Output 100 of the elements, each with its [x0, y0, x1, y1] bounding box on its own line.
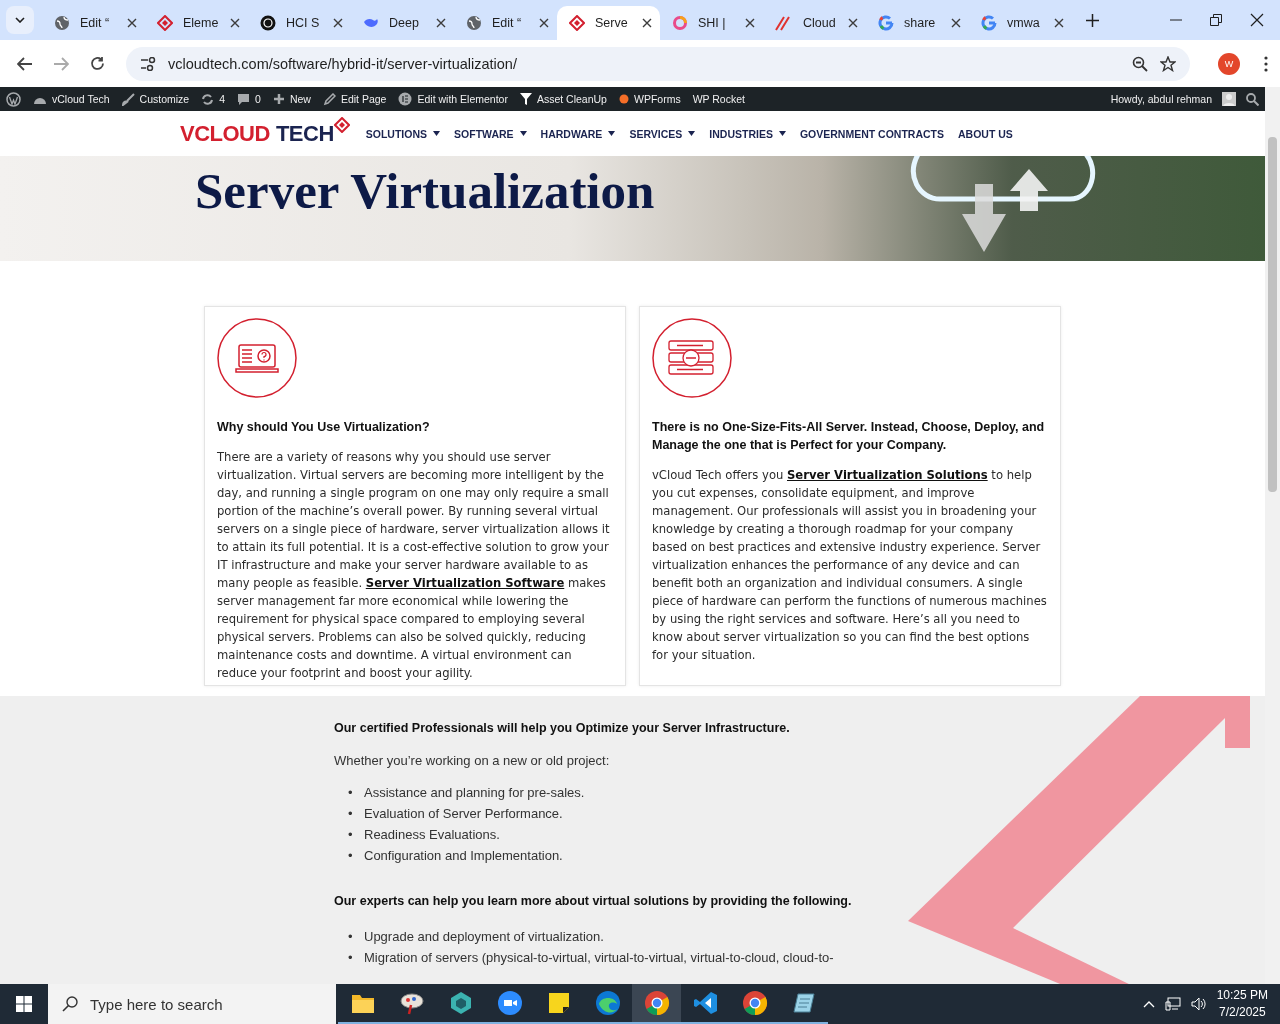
wave-browser-icon[interactable] [594, 990, 621, 1016]
taskbar-search-field[interactable]: Type here to search [48, 984, 336, 1024]
nav-menu-item[interactable]: HARDWARE [540, 127, 616, 140]
close-icon[interactable] [333, 18, 343, 28]
restore-icon[interactable] [1210, 14, 1222, 26]
list-item: Configuration and Implementation. [364, 847, 563, 865]
code-editor-icon[interactable] [692, 990, 719, 1016]
status-dot-icon [618, 94, 629, 104]
ring-logo-icon [672, 15, 688, 31]
nav-menu-item[interactable]: SOLUTIONS [365, 127, 441, 140]
admin-bar-link[interactable]: Customize [139, 93, 190, 105]
pencil-icon [322, 92, 336, 106]
admin-bar-link[interactable]: vCloud Tech [52, 93, 110, 105]
browser-tab[interactable]: Serve [557, 6, 660, 40]
close-icon[interactable] [642, 18, 652, 28]
diamond-logo-icon [157, 15, 173, 31]
section-text: Whether you’re working on a new or old project: [334, 753, 611, 768]
card-paragraph: There are a variety of reasons why you should use server virtualization. Virtual servers are becoming more intelligent by the day, and running a single program on one may only require a small portion of the machine’s overall power. By running several virtual servers on a single piece of hardware, server virtualization allows it to attain its full potential. It is a cost-effective solution to grow your IT infrastructure and make your server hardware available to as many people as feasible. Server Virtualization Software makes server management far more economical while lowering the requirement for physical space compared to employing several physical servers. Problems can also be solved quickly, reducing maintenance costs and downtime. A virtual environment can reduce your footprint and boost your agility. [217, 449, 611, 682]
plus-icon [272, 93, 285, 105]
nav-menu-item[interactable]: INDUSTRIES [709, 127, 786, 140]
browser-tab[interactable]: vmwa [969, 6, 1072, 40]
windows-start-icon[interactable] [16, 996, 32, 1012]
admin-bar-link[interactable]: WP Rocket [692, 93, 745, 105]
server-rack-icon [652, 318, 732, 398]
site-logo[interactable]: VCLOUD TECH [180, 120, 350, 147]
reload-icon[interactable] [89, 56, 105, 71]
nav-menu-item[interactable]: SOFTWARE [454, 127, 527, 140]
nav-menu-item[interactable]: SERVICES [629, 127, 696, 140]
more-menu-icon[interactable] [1264, 55, 1268, 72]
admin-bar-link[interactable]: WPForms [633, 93, 681, 105]
browser-tab[interactable]: HCI S [248, 6, 351, 40]
section-heading: Our experts can help you learn more about virtual solutions by providing the following. [334, 894, 853, 908]
profile-avatar[interactable]: W [1218, 52, 1240, 75]
close-icon[interactable] [848, 18, 858, 28]
nav-menu-item[interactable]: GOVERNMENT CONTRACTS [799, 127, 944, 140]
elementor-icon [398, 92, 413, 106]
site-settings-icon[interactable] [140, 56, 156, 71]
admin-bar-link[interactable]: Asset CleanUp [536, 93, 607, 105]
sticky-note-icon[interactable] [546, 991, 571, 1015]
browser-tab[interactable]: share [866, 6, 969, 40]
browser-tab[interactable]: Edit “ [42, 6, 145, 40]
comment-icon [237, 92, 251, 106]
inline-link[interactable]: Server Virtualization Solutions [787, 468, 988, 482]
taskbar-app-button[interactable] [632, 984, 681, 1024]
network-icon[interactable] [1164, 997, 1181, 1011]
diamond-logo-icon [569, 15, 585, 31]
globe-icon [466, 15, 482, 31]
browser-tab[interactable]: Cloud [763, 6, 866, 40]
card-paragraph: vCloud Tech offers you Server Virtualization Solutions to help you cut expenses, consolidate equipment, and improve management. Our professionals will assist you in broadening your knowledge by creating a thorough roadmap for your company based on best practices and extensive industry experience. Server virtualization enhances the performance of any device and can benefit both an organization and individual consumers. A single piece of hardware can perform the functions of numerous machines by using the right services and software. Here’s all you need to know about server virtualization so you can find the best options for your situation. [652, 467, 1048, 664]
close-icon[interactable] [127, 18, 137, 28]
video-call-icon[interactable] [496, 990, 523, 1016]
list-bullet: • [348, 805, 354, 823]
star-icon[interactable] [1160, 55, 1176, 72]
scrollbar[interactable] [1265, 87, 1280, 984]
close-icon[interactable] [230, 18, 240, 28]
wordpress-logo-icon[interactable] [6, 91, 21, 107]
chevron-up-icon[interactable] [1142, 1000, 1155, 1008]
inline-link[interactable]: Server Virtualization Software [365, 576, 565, 590]
browser-tab[interactable]: Deep [351, 6, 454, 40]
brush-icon [121, 92, 135, 106]
browser-tab[interactable]: Edit “ [454, 6, 557, 40]
list-bullet: • [348, 826, 354, 844]
nav-menu-item[interactable]: ABOUT US [958, 127, 1013, 140]
browser-tab[interactable]: SHI | [660, 6, 763, 40]
close-icon[interactable] [745, 18, 755, 28]
card-heading: There is no One-Size-Fits-All Server. Instead, Choose, Deploy, and Manage the one that is Perfect for your Company. [652, 419, 1046, 454]
close-icon[interactable] [539, 18, 549, 28]
notepad-icon[interactable] [791, 991, 816, 1015]
speaker-icon[interactable] [1190, 997, 1207, 1011]
close-icon[interactable] [951, 18, 961, 28]
list-item: Evaluation of Server Performance. [364, 805, 563, 823]
hexagon-icon[interactable] [448, 991, 473, 1015]
palette-icon[interactable] [398, 991, 425, 1015]
tab-search-button[interactable] [6, 6, 34, 34]
admin-bar-link[interactable]: New [289, 93, 311, 105]
list-item: Readiness Evaluations. [364, 826, 500, 844]
close-icon[interactable] [436, 18, 446, 28]
address-bar[interactable]: vcloudtech.com/software/hybrid-it/server-virtualization/ [126, 46, 1190, 81]
close-icon[interactable] [1250, 13, 1264, 27]
back-arrow-icon[interactable] [17, 56, 33, 71]
new-tab-icon[interactable] [1086, 13, 1099, 27]
greeting-link[interactable]: Howdy, abdul rehman [1110, 93, 1212, 105]
zoom-out-icon[interactable] [1132, 55, 1148, 72]
browser-icon[interactable] [741, 990, 768, 1016]
swoosh-logo-icon [775, 15, 793, 31]
clock[interactable]: 10:25 PM 7/2/2025 [1216, 987, 1268, 1021]
card-heading: Why should You Use Virtualization? [217, 419, 431, 436]
search-icon[interactable] [1246, 92, 1259, 106]
admin-bar-link[interactable]: 4 [219, 93, 226, 105]
list-item: Assistance and planning for pre-sales. [364, 784, 585, 802]
laptop-question-icon [217, 318, 297, 398]
browser-icon[interactable] [643, 990, 670, 1016]
page-title: Server Virtualization [195, 162, 655, 220]
admin-bar-link[interactable]: 0 [255, 93, 261, 105]
admin-bar-link[interactable]: Edit with Elementor [417, 93, 508, 105]
folder-icon[interactable] [350, 992, 375, 1014]
admin-bar-link[interactable]: Edit Page [340, 93, 387, 105]
browser-tab[interactable]: Eleme [145, 6, 248, 40]
section-heading: Our certified Professionals will help you Optimize your Server Infrastructure. [334, 721, 791, 735]
close-icon[interactable] [1054, 18, 1064, 28]
